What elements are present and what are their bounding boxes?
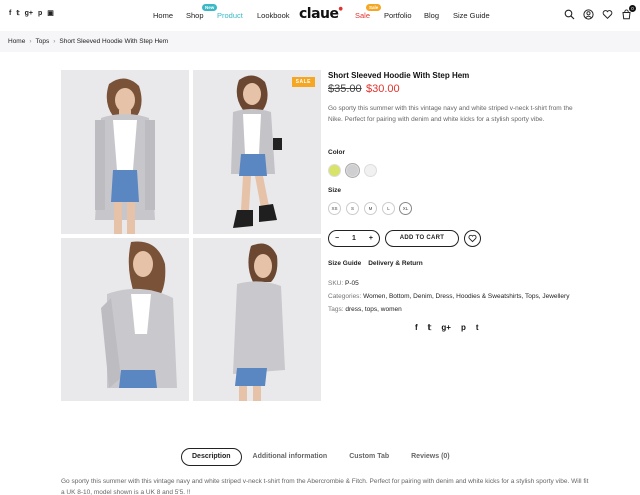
- color-swatch-grey[interactable]: [346, 164, 359, 177]
- price-original: $35.00: [328, 83, 362, 95]
- breadcrumb-current: Short Sleeved Hoodie With Step Hem: [59, 38, 169, 45]
- color-swatch-lime[interactable]: [328, 164, 341, 177]
- logo-text: claue: [299, 6, 339, 22]
- logo-dot: ●: [338, 6, 343, 12]
- quantity-value[interactable]: 1: [352, 235, 356, 242]
- pinterest-icon[interactable]: p: [38, 10, 42, 18]
- share-tumblr-icon[interactable]: t: [476, 323, 479, 332]
- tags-label: Tags:: [328, 306, 344, 313]
- product-tabs: Description Additional information Custo…: [181, 448, 461, 466]
- breadcrumb: Home › Tops › Short Sleeved Hoodie With …: [0, 31, 640, 52]
- tags-row: Tags: dress, tops, women: [328, 306, 402, 313]
- quantity-stepper: − 1 +: [328, 230, 380, 247]
- product-long-description: Go sporty this summer with this vintage …: [61, 478, 589, 495]
- product-image-4[interactable]: [193, 238, 321, 401]
- color-swatch-white[interactable]: [364, 164, 377, 177]
- sale-badge: Sale: [366, 4, 382, 11]
- share-twitter-icon[interactable]: 𝕥: [428, 323, 432, 332]
- sku-value: P-05: [344, 280, 359, 287]
- cart-count-badge: 0: [629, 5, 636, 12]
- tab-custom[interactable]: Custom Tab: [338, 448, 400, 466]
- product-image-1[interactable]: [61, 70, 189, 234]
- add-to-cart-button[interactable]: ADD TO CART: [385, 230, 459, 247]
- nav-blog[interactable]: Blog: [424, 11, 439, 20]
- nav-sale-label: Sale: [355, 11, 371, 20]
- heart-icon[interactable]: [602, 9, 613, 20]
- product-image-3[interactable]: [61, 238, 189, 401]
- breadcrumb-tops[interactable]: Tops: [36, 38, 50, 45]
- twitter-icon[interactable]: 𝕥: [16, 10, 19, 18]
- share-facebook-icon[interactable]: f: [415, 323, 418, 332]
- wishlist-button[interactable]: [464, 230, 481, 247]
- breadcrumb-separator-icon: ›: [53, 38, 56, 45]
- tags-value[interactable]: dress, tops, women: [345, 306, 401, 313]
- breadcrumb-home[interactable]: Home: [8, 38, 25, 45]
- site-header: f 𝕥 g+ p ▣ Home Shop New Product Lookboo…: [0, 0, 640, 30]
- delivery-return-link[interactable]: Delivery & Return: [368, 260, 423, 267]
- size-guide-link[interactable]: Size Guide: [328, 260, 361, 267]
- size-option-l[interactable]: L: [382, 202, 395, 215]
- heart-icon: [468, 234, 477, 243]
- increase-icon[interactable]: +: [369, 235, 373, 242]
- size-option-xs[interactable]: XS: [328, 202, 341, 215]
- price-sale: $30.00: [366, 83, 400, 95]
- site-logo[interactable]: claue●: [299, 6, 343, 22]
- nav-product[interactable]: Product: [217, 11, 243, 20]
- sku-label: SKU:: [328, 280, 344, 287]
- nav-size-guide[interactable]: Size Guide: [453, 11, 490, 20]
- share-pinterest-icon[interactable]: p: [461, 323, 466, 332]
- product-image-2[interactable]: SALE: [193, 70, 321, 234]
- color-label: Color: [328, 149, 345, 156]
- size-option-m[interactable]: M: [364, 202, 377, 215]
- search-icon[interactable]: [564, 9, 575, 20]
- size-label: Size: [328, 187, 342, 194]
- size-option-s[interactable]: S: [346, 202, 359, 215]
- nav-shop[interactable]: Shop New: [186, 4, 218, 20]
- share-google-plus-icon[interactable]: g+: [441, 323, 451, 332]
- nav-lookbook[interactable]: Lookbook: [257, 11, 290, 20]
- sku-row: SKU: P-05: [328, 280, 359, 287]
- size-option-xl[interactable]: XL: [399, 202, 412, 215]
- new-badge: New: [202, 4, 218, 11]
- categories-label: Categories:: [328, 293, 362, 300]
- google-plus-icon[interactable]: g+: [25, 10, 33, 18]
- tab-additional-information[interactable]: Additional information: [242, 448, 339, 466]
- share-icons: f 𝕥 g+ p t: [415, 323, 479, 332]
- product-title: Short Sleeved Hoodie With Step Hem: [328, 71, 470, 80]
- product-short-description: Go sporty this summer with this vintage …: [328, 105, 573, 123]
- cart-icon[interactable]: 0: [621, 5, 636, 20]
- nav-home[interactable]: Home: [153, 11, 173, 20]
- facebook-icon[interactable]: f: [9, 10, 11, 18]
- decrease-icon[interactable]: −: [335, 235, 339, 242]
- categories-value[interactable]: Women, Bottom, Denim, Dress, Hoodies & S…: [363, 293, 569, 300]
- nav-shop-label: Shop: [186, 11, 204, 20]
- instagram-icon[interactable]: ▣: [47, 10, 54, 18]
- product-extra-links: Size Guide Delivery & Return: [328, 260, 423, 267]
- header-icons: 0: [564, 5, 636, 20]
- user-icon[interactable]: [583, 9, 594, 20]
- sale-tag: SALE: [291, 77, 315, 87]
- social-links: f 𝕥 g+ p ▣: [9, 10, 54, 18]
- nav-sale[interactable]: Sale Sale: [355, 4, 382, 20]
- tab-description[interactable]: Description: [181, 448, 242, 466]
- categories-row: Categories: Women, Bottom, Denim, Dress,…: [328, 293, 569, 300]
- tab-reviews[interactable]: Reviews (0): [400, 448, 461, 466]
- breadcrumb-separator-icon: ›: [29, 38, 32, 45]
- nav-portfolio[interactable]: Portfolio: [384, 11, 412, 20]
